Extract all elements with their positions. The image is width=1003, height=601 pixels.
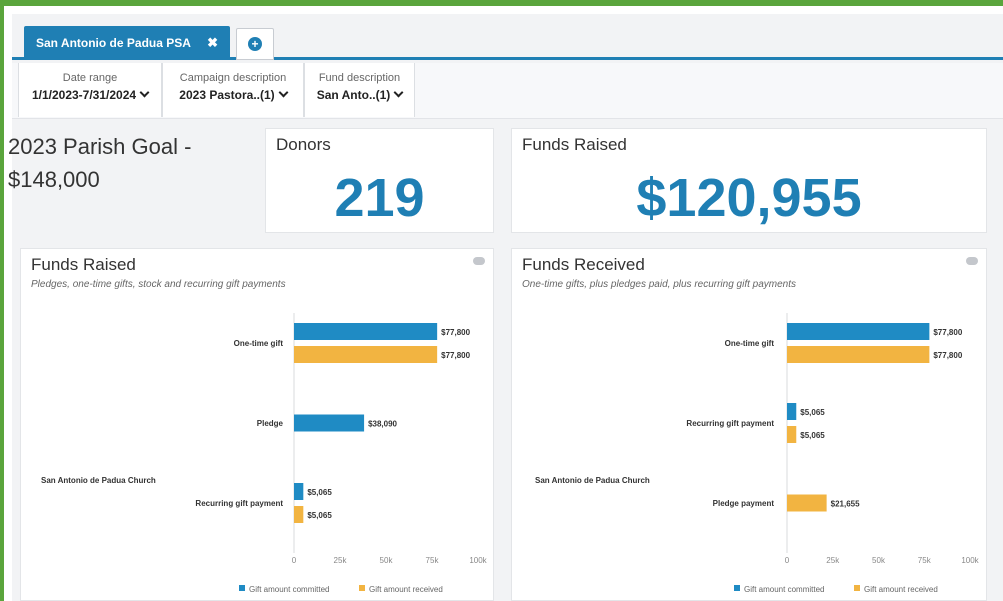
bar-value-label: $5,065	[307, 511, 332, 520]
bar	[787, 494, 827, 512]
bar-value-label: $77,800	[933, 328, 962, 337]
goal-line-2: $148,000	[8, 167, 100, 192]
category-label: Pledge payment	[713, 499, 775, 508]
green-top-border	[0, 0, 1003, 6]
panel-title: Funds Raised	[31, 255, 136, 274]
x-tick-label: 100k	[469, 556, 487, 565]
x-tick-label: 50k	[380, 556, 394, 565]
tab-bar: San Antonio de Padua PSA ✖ +	[12, 14, 1003, 60]
parish-goal: 2023 Parish Goal - $148,000	[8, 130, 248, 196]
donors-value: 219	[334, 168, 425, 228]
x-tick-label: 75k	[918, 556, 932, 565]
plus-circle-icon: +	[248, 37, 262, 51]
bar	[787, 346, 930, 363]
legend-swatch	[854, 585, 860, 591]
donors-title: Donors	[276, 135, 331, 154]
funds-received-panel: Funds Received One-time gifts, plus pled…	[511, 248, 987, 601]
panel-subtitle: One-time gifts, plus pledges paid, plus …	[522, 279, 797, 290]
x-tick-label: 0	[785, 556, 790, 565]
legend-label: Gift amount committed	[744, 585, 824, 594]
filter-label: Date range	[62, 72, 118, 84]
panel-subtitle: Pledges, one-time gifts, stock and recur…	[31, 279, 286, 290]
legend-swatch	[239, 585, 245, 591]
funds-raised-panel: Funds Raised Pledges, one-time gifts, st…	[20, 248, 494, 601]
x-tick-label: 25k	[334, 556, 348, 565]
filter-bar: Date range 1/1/2023-7/31/2024 Campaign d…	[12, 63, 1003, 119]
legend-label: Gift amount committed	[249, 585, 329, 594]
legend-swatch	[734, 585, 740, 591]
campaign-description-filter[interactable]: Campaign description 2023 Pastora..(1)	[162, 63, 304, 117]
filter-value: 2023 Pastora..(1)	[179, 88, 275, 102]
date-range-filter[interactable]: Date range 1/1/2023-7/31/2024	[18, 63, 162, 117]
category-label: One-time gift	[234, 339, 284, 348]
legend-label: Gift amount received	[369, 585, 443, 594]
bar-value-label: $21,655	[831, 500, 860, 509]
chevron-down-icon	[139, 87, 150, 98]
donors-card: Donors 219	[265, 128, 494, 233]
cloud-icon[interactable]	[966, 257, 978, 265]
group-label: San Antonio de Padua Church	[41, 476, 156, 485]
tab-san-antonio[interactable]: San Antonio de Padua PSA ✖	[24, 26, 230, 60]
legend-swatch	[359, 585, 365, 591]
x-tick-label: 50k	[872, 556, 886, 565]
bar	[294, 506, 304, 523]
bar	[787, 426, 797, 443]
chevron-down-icon	[278, 87, 289, 98]
filter-value: 1/1/2023-7/31/2024	[31, 88, 137, 102]
legend-label: Gift amount received	[864, 585, 938, 594]
close-icon[interactable]: ✖	[207, 35, 218, 51]
fund-description-filter[interactable]: Fund description San Anto..(1)	[304, 63, 415, 117]
category-label: Pledge	[257, 419, 284, 428]
filter-label: Fund description	[318, 72, 401, 84]
bar	[294, 323, 438, 340]
bar-value-label: $77,800	[441, 328, 470, 337]
bar-value-label: $5,065	[800, 408, 825, 417]
bar	[787, 323, 930, 340]
funds-received-chart: $77,800 $77,800 One-time gift $5,065 $5,065 R…	[535, 313, 980, 594]
cloud-icon[interactable]	[473, 257, 485, 265]
funds-raised-chart: $77,800 $77,800 One-time gift $38,090 Pledge…	[41, 313, 488, 594]
bar-value-label: $5,065	[307, 488, 332, 497]
bar-value-label: $5,065	[800, 431, 825, 440]
x-tick-label: 0	[292, 556, 297, 565]
x-tick-label: 100k	[961, 556, 979, 565]
green-left-border	[0, 0, 4, 601]
add-tab-button[interactable]: +	[236, 28, 274, 60]
category-label: One-time gift	[725, 339, 775, 348]
category-label: Recurring gift payment	[686, 419, 774, 428]
goal-line-1: 2023 Parish Goal -	[8, 134, 192, 159]
bar	[294, 414, 365, 432]
funds-raised-card: Funds Raised $120,955	[511, 128, 987, 233]
group-label: San Antonio de Padua Church	[535, 476, 650, 485]
x-tick-label: 25k	[826, 556, 840, 565]
bar-value-label: $77,800	[933, 351, 962, 360]
filter-value: San Anto..(1)	[316, 88, 391, 102]
bar-value-label: $77,800	[441, 351, 470, 360]
filter-label: Campaign description	[179, 72, 287, 84]
bar	[294, 346, 438, 363]
x-tick-label: 75k	[426, 556, 440, 565]
bar	[787, 403, 797, 420]
panel-title: Funds Received	[522, 255, 645, 274]
funds-raised-title: Funds Raised	[522, 135, 627, 154]
chevron-down-icon	[393, 87, 404, 98]
category-label: Recurring gift payment	[195, 499, 283, 508]
tab-label: San Antonio de Padua PSA	[36, 36, 191, 50]
bar-value-label: $38,090	[368, 420, 397, 429]
funds-raised-value: $120,955	[636, 168, 862, 228]
bar	[294, 483, 304, 500]
